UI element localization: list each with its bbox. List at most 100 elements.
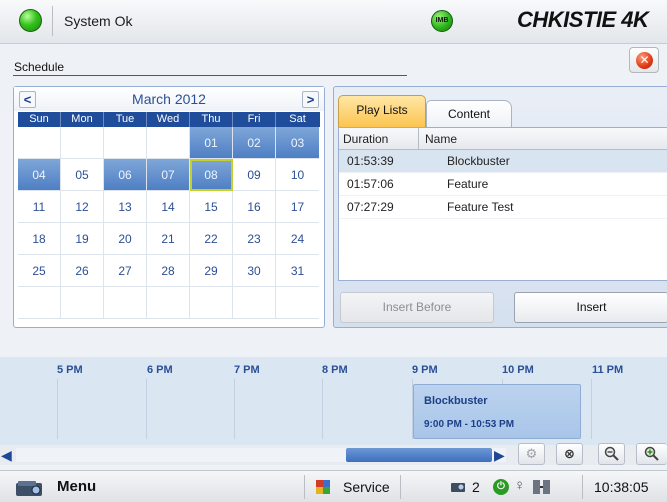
calendar-day-cell[interactable]: 17 <box>276 191 319 223</box>
timeline-gridline <box>146 379 147 439</box>
calendar-day-cell[interactable] <box>18 287 61 319</box>
calendar-day-cell[interactable]: 13 <box>104 191 147 223</box>
timeline-event[interactable]: Blockbuster 9:00 PM - 10:53 PM <box>413 384 581 439</box>
calendar-day-cell[interactable]: 15 <box>190 191 233 223</box>
table-header: Duration Name <box>339 128 667 150</box>
calendar-day-cell[interactable]: 26 <box>61 255 104 287</box>
tab-content[interactable]: Content <box>426 100 512 127</box>
calendar-day-cell[interactable] <box>276 287 319 319</box>
calendar-day-cell[interactable]: 25 <box>18 255 61 287</box>
calendar-day-cell[interactable]: 21 <box>147 223 190 255</box>
projector-count: 2 <box>472 479 480 495</box>
calendar-day-cell[interactable]: 31 <box>276 255 319 287</box>
calendar-day-cell[interactable]: 28 <box>147 255 190 287</box>
cancel-button[interactable]: ⊗ <box>556 443 583 465</box>
divider <box>400 475 401 499</box>
brand-logo: CHKISTIE 4K <box>517 7 649 32</box>
calendar-day-cell[interactable] <box>233 287 276 319</box>
calendar: < March 2012 > Sun Mon Tue Wed Thu Fri S… <box>13 86 325 328</box>
calendar-day-cell[interactable]: 30 <box>233 255 276 287</box>
settings-gear-button[interactable]: ⚙ <box>518 443 545 465</box>
power-icon[interactable]: ⏻ <box>493 479 509 495</box>
calendar-day-cell[interactable] <box>18 127 61 159</box>
calendar-day-cell[interactable]: 19 <box>61 223 104 255</box>
row-name: Blockbuster <box>447 154 510 168</box>
calendar-day-cell[interactable]: 01 <box>190 127 233 159</box>
table-row[interactable]: 07:27:29 Feature Test <box>339 196 667 219</box>
weekday-label: Tue <box>104 112 147 127</box>
playlist-table: Duration Name 01:53:39 Blockbuster 01:57… <box>338 127 667 281</box>
tab-play-lists[interactable]: Play Lists <box>338 95 426 127</box>
insert-before-button[interactable]: Insert Before <box>340 292 494 323</box>
zoom-out-icon <box>604 446 619 461</box>
close-icon: ✕ <box>636 52 653 69</box>
next-month-button[interactable]: > <box>302 91 319 108</box>
weekday-header: Sun Mon Tue Wed Thu Fri Sat <box>18 112 320 127</box>
timeline-hour-label: 6 PM <box>147 364 173 376</box>
schedule-timeline[interactable]: 5 PM 6 PM 7 PM 8 PM 9 PM 10 PM 11 PM Blo… <box>0 357 667 445</box>
projector-menu-icon[interactable] <box>14 478 46 498</box>
calendar-day-cell[interactable]: 14 <box>147 191 190 223</box>
top-status-bar: System Ok IMB CHKISTIE 4K <box>0 0 667 44</box>
system-status-text: System Ok <box>64 13 133 29</box>
timeline-hour-label: 8 PM <box>322 364 348 376</box>
calendar-day-cell[interactable]: 09 <box>233 159 276 191</box>
imb-status-icon: IMB <box>431 10 453 32</box>
projector-icon <box>451 483 465 492</box>
calendar-day-cell[interactable]: 06 <box>104 159 147 191</box>
calendar-day-cell[interactable] <box>104 127 147 159</box>
table-row[interactable]: 01:53:39 Blockbuster <box>339 150 667 173</box>
calendar-day-cell[interactable]: 18 <box>18 223 61 255</box>
calendar-day-cell[interactable] <box>61 127 104 159</box>
scrollbar-thumb[interactable] <box>346 448 492 462</box>
gear-icon: ⚙ <box>525 446 538 461</box>
calendar-day-cell[interactable]: 08 <box>190 159 233 191</box>
calendar-day-cell[interactable] <box>104 287 147 319</box>
title-underline <box>13 75 407 76</box>
calendar-day-cell[interactable]: 20 <box>104 223 147 255</box>
calendar-day-cell[interactable] <box>147 287 190 319</box>
timeline-hour-label: 9 PM <box>412 364 438 376</box>
calendar-day-cell[interactable]: 22 <box>190 223 233 255</box>
close-button[interactable]: ✕ <box>629 47 659 73</box>
scroll-left-icon[interactable]: ◀ <box>1 447 12 464</box>
calendar-day-cell[interactable]: 12 <box>61 191 104 223</box>
calendar-day-cell[interactable] <box>147 127 190 159</box>
network-icon[interactable] <box>532 478 552 496</box>
clock-time: 10:38:05 <box>594 479 649 495</box>
calendar-day-cell[interactable]: 29 <box>190 255 233 287</box>
zoom-out-button[interactable] <box>598 443 625 465</box>
calendar-day-cell[interactable]: 02 <box>233 127 276 159</box>
insert-button[interactable]: Insert <box>514 292 667 323</box>
table-row[interactable]: 01:57:06 Feature <box>339 173 667 196</box>
cancel-icon: ⊗ <box>564 446 575 461</box>
divider <box>52 6 53 36</box>
calendar-day-cell[interactable]: 23 <box>233 223 276 255</box>
calendar-day-cell[interactable]: 10 <box>276 159 319 191</box>
calendar-day-cell[interactable]: 05 <box>61 159 104 191</box>
timeline-hour-label: 7 PM <box>234 364 260 376</box>
calendar-day-cell[interactable]: 04 <box>18 159 61 191</box>
column-header-duration[interactable]: Duration <box>343 132 388 146</box>
column-header-name[interactable]: Name <box>425 132 457 146</box>
calendar-day-cell[interactable]: 16 <box>233 191 276 223</box>
calendar-day-cell[interactable]: 27 <box>104 255 147 287</box>
page-title: Schedule <box>14 60 65 74</box>
zoom-in-button[interactable] <box>636 443 667 465</box>
calendar-day-cell[interactable]: 07 <box>147 159 190 191</box>
menu-button[interactable]: Menu <box>57 478 96 495</box>
event-title: Blockbuster <box>424 395 488 407</box>
scroll-right-icon[interactable]: ▶ <box>494 447 505 464</box>
row-duration: 07:27:29 <box>347 200 394 214</box>
calendar-day-cell[interactable] <box>61 287 104 319</box>
service-button[interactable]: Service <box>343 479 390 495</box>
calendar-day-cell[interactable]: 11 <box>18 191 61 223</box>
calendar-day-cell[interactable]: 03 <box>276 127 319 159</box>
lamp-icon[interactable]: ♀ <box>514 477 525 494</box>
row-duration: 01:53:39 <box>347 154 394 168</box>
weekday-label: Thu <box>190 112 233 127</box>
calendar-day-cell[interactable]: 24 <box>276 223 319 255</box>
calendar-day-cell[interactable] <box>190 287 233 319</box>
timeline-hour-label: 10 PM <box>502 364 534 376</box>
timeline-hour-label: 11 PM <box>592 364 624 376</box>
